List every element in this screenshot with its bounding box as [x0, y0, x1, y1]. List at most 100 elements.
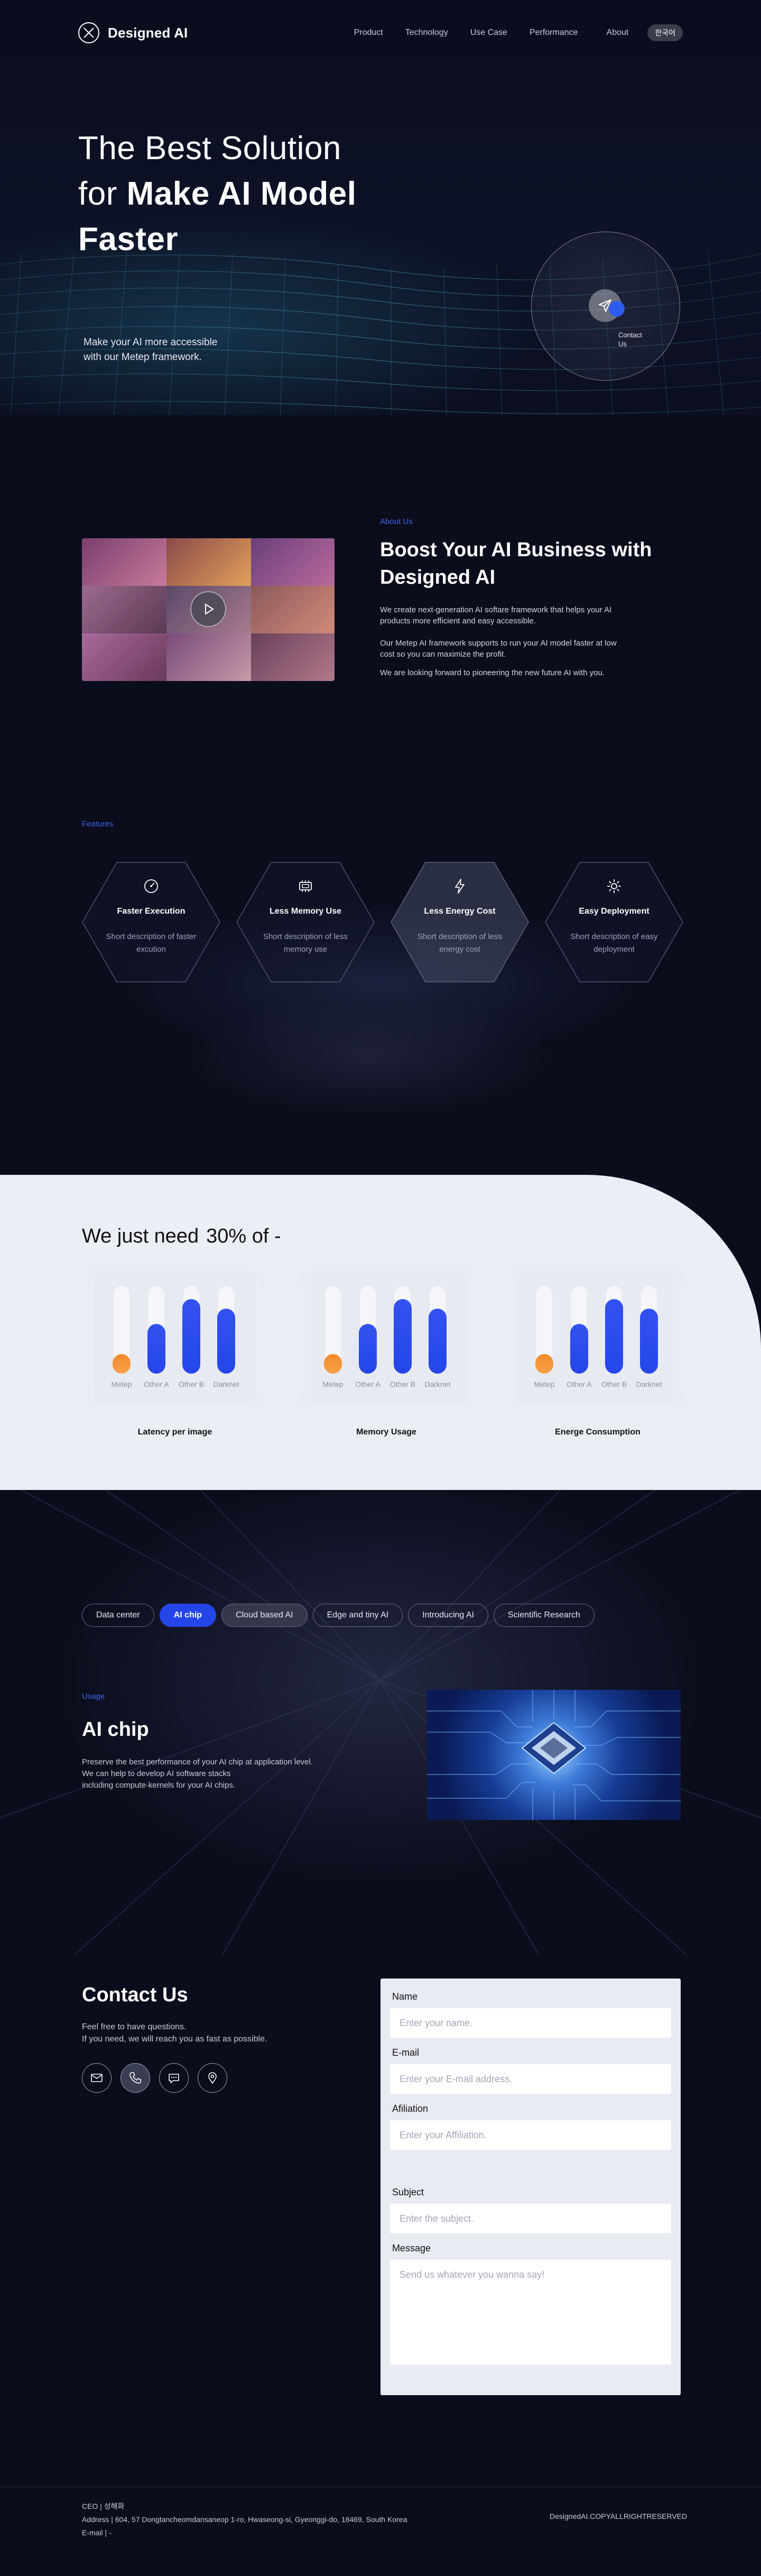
feature-card-easy-deployment: Easy Deployment Short description of eas…: [545, 862, 683, 982]
bar-track: [535, 1285, 553, 1374]
tab-introducing-ai[interactable]: Introducing AI: [408, 1604, 488, 1627]
subject-input[interactable]: [390, 2204, 671, 2233]
stat-card: Metep Other A Other B Darknet: [304, 1270, 469, 1405]
metep-bar: [535, 1354, 553, 1374]
language-toggle[interactable]: 한국어: [647, 24, 683, 41]
usage-description: Preserve the best performance of your AI…: [82, 1756, 357, 1791]
bar-track: [640, 1285, 658, 1374]
tab-edge-tiny-ai[interactable]: Edge and tiny AI: [312, 1604, 403, 1627]
nav-item-technology[interactable]: Technology: [405, 28, 448, 38]
name-label: Name: [392, 1991, 418, 2002]
usage-line1: Preserve the best performance of your AI…: [82, 1758, 313, 1767]
feature-description: Short description of faster excution: [106, 932, 197, 954]
hero-sub-line1: Make your AI more accessible: [83, 337, 218, 348]
stat-card-caption: Latency per image: [137, 1428, 212, 1437]
feature-card-less-memory: Less Memory Use Short description of les…: [236, 862, 375, 982]
competitor-bar: [640, 1309, 658, 1374]
hero-title: The Best Solution for Make AI Model Fast…: [78, 126, 356, 262]
tab-data-center[interactable]: Data center: [82, 1604, 154, 1627]
contact-accent-dot: [609, 301, 625, 317]
about-video-player[interactable]: [82, 538, 335, 681]
metep-bar: [113, 1354, 131, 1374]
stats-section: We just need 30% of - Metep Other A Other B…: [0, 1175, 761, 1490]
usage-line2: We can help to develop AI software stack…: [82, 1769, 231, 1778]
subject-label: Subject: [392, 2187, 424, 2197]
stat-card-caption: Energe Consumption: [555, 1428, 641, 1437]
bar-track: [113, 1285, 131, 1374]
hero-section: Designed AI Product Technology Use Case …: [0, 0, 761, 415]
memory-chip-icon: [299, 880, 312, 892]
stat-card: Metep Other A Other B Darknet: [92, 1270, 257, 1405]
about-paragraph-1: We create next-generation AI softare fra…: [380, 605, 612, 625]
logo-x-icon: [78, 22, 99, 43]
play-button[interactable]: [190, 591, 226, 627]
nav-item-about[interactable]: About: [607, 28, 629, 38]
about-paragraph-2: Our Metep AI framework supports to run y…: [380, 639, 617, 659]
affiliation-input[interactable]: [390, 2120, 671, 2150]
bar-track: [324, 1285, 342, 1374]
tab-cloud-based-ai[interactable]: Cloud based AI: [221, 1604, 308, 1627]
mail-button[interactable]: [82, 2063, 112, 2093]
bar-label: Other B: [601, 1380, 627, 1388]
competitor-bar: [359, 1324, 377, 1374]
bar-track: [394, 1285, 412, 1374]
usage-eyebrow: Usage: [82, 1692, 105, 1701]
nav-item-performance[interactable]: Performance: [530, 28, 578, 38]
contact-line2: If you need, we will reach you as fast a…: [82, 2035, 267, 2044]
nav-item-product[interactable]: Product: [354, 28, 383, 38]
video-frame-tile: [82, 586, 166, 633]
email-input[interactable]: [390, 2064, 671, 2094]
video-frame-tile: [82, 633, 166, 681]
about-paragraph-3: We are looking forward to pioneering the…: [380, 668, 605, 677]
bar-track: [147, 1285, 165, 1374]
footer-company-info: CEO | 성해화 Address | 604, 57 Dongtancheom…: [82, 2500, 407, 2540]
competitor-bar: [394, 1299, 412, 1374]
contact-title: Contact Us: [82, 1984, 188, 2006]
video-frame-tile: [251, 538, 335, 586]
bar-label: Darknet: [213, 1380, 239, 1388]
bar-label: Other A: [567, 1380, 592, 1388]
footer-ceo: CEO | 성해화: [82, 2502, 125, 2510]
message-label: Message: [392, 2243, 431, 2253]
phone-button[interactable]: [120, 2063, 150, 2093]
usage-line3: including compute-kernels for your AI ch…: [82, 1781, 236, 1790]
location-button[interactable]: [198, 2063, 227, 2093]
location-icon: [208, 2072, 217, 2084]
tab-ai-chip[interactable]: AI chip: [159, 1604, 217, 1627]
bar-label: Other B: [178, 1380, 205, 1388]
chat-button[interactable]: [159, 2063, 189, 2093]
feature-card-faster-execution: Faster Execution Short description of fa…: [82, 862, 220, 982]
contact-methods: [82, 2063, 227, 2093]
feature-card-less-energy: Less Energy Cost Short description of le…: [391, 862, 529, 982]
usage-title: AI chip: [82, 1718, 149, 1741]
bar-track: [570, 1285, 588, 1374]
lightning-icon: [455, 879, 465, 894]
brand-logo[interactable]: Designed AI: [78, 22, 188, 43]
nav-menu: Product Technology Use Case Performance …: [354, 24, 683, 41]
bar-track: [605, 1285, 623, 1374]
about-eyebrow: About Us: [380, 517, 413, 526]
bar-label: Other A: [355, 1380, 380, 1388]
usage-tabs: Data center AI chip Cloud based AI Edge …: [82, 1604, 595, 1627]
bar-track: [217, 1285, 235, 1374]
feature-title: Faster Execution: [117, 907, 185, 916]
feature-title: Less Memory Use: [269, 907, 342, 916]
nav-item-use-case[interactable]: Use Case: [470, 28, 507, 38]
stat-card: Metep Other A Other B Darknet: [515, 1270, 680, 1405]
hero-title-line1: The Best Solution: [78, 130, 341, 167]
video-frame-tile: [251, 633, 335, 681]
bar-label: Metep: [111, 1380, 132, 1388]
bar-label: Metep: [534, 1380, 555, 1388]
hero-title-for: for: [78, 176, 127, 212]
video-frame-tile: [166, 538, 251, 586]
contact-label-line1: Contact: [618, 331, 642, 339]
footer-address: Address | 604, 57 Dongtancheomdansaneop …: [82, 2515, 407, 2524]
bar-label: Darknet: [424, 1380, 451, 1388]
tab-scientific-research[interactable]: Scientific Research: [493, 1604, 595, 1627]
message-textarea[interactable]: [390, 2260, 671, 2365]
about-title: Boost Your AI Business with Designed AI: [380, 539, 652, 588]
page: Designed AI Product Technology Use Case …: [0, 0, 761, 2576]
name-input[interactable]: [390, 2008, 671, 2038]
competitor-bar: [429, 1309, 447, 1374]
contact-us-widget[interactable]: Contact Us: [531, 232, 680, 381]
